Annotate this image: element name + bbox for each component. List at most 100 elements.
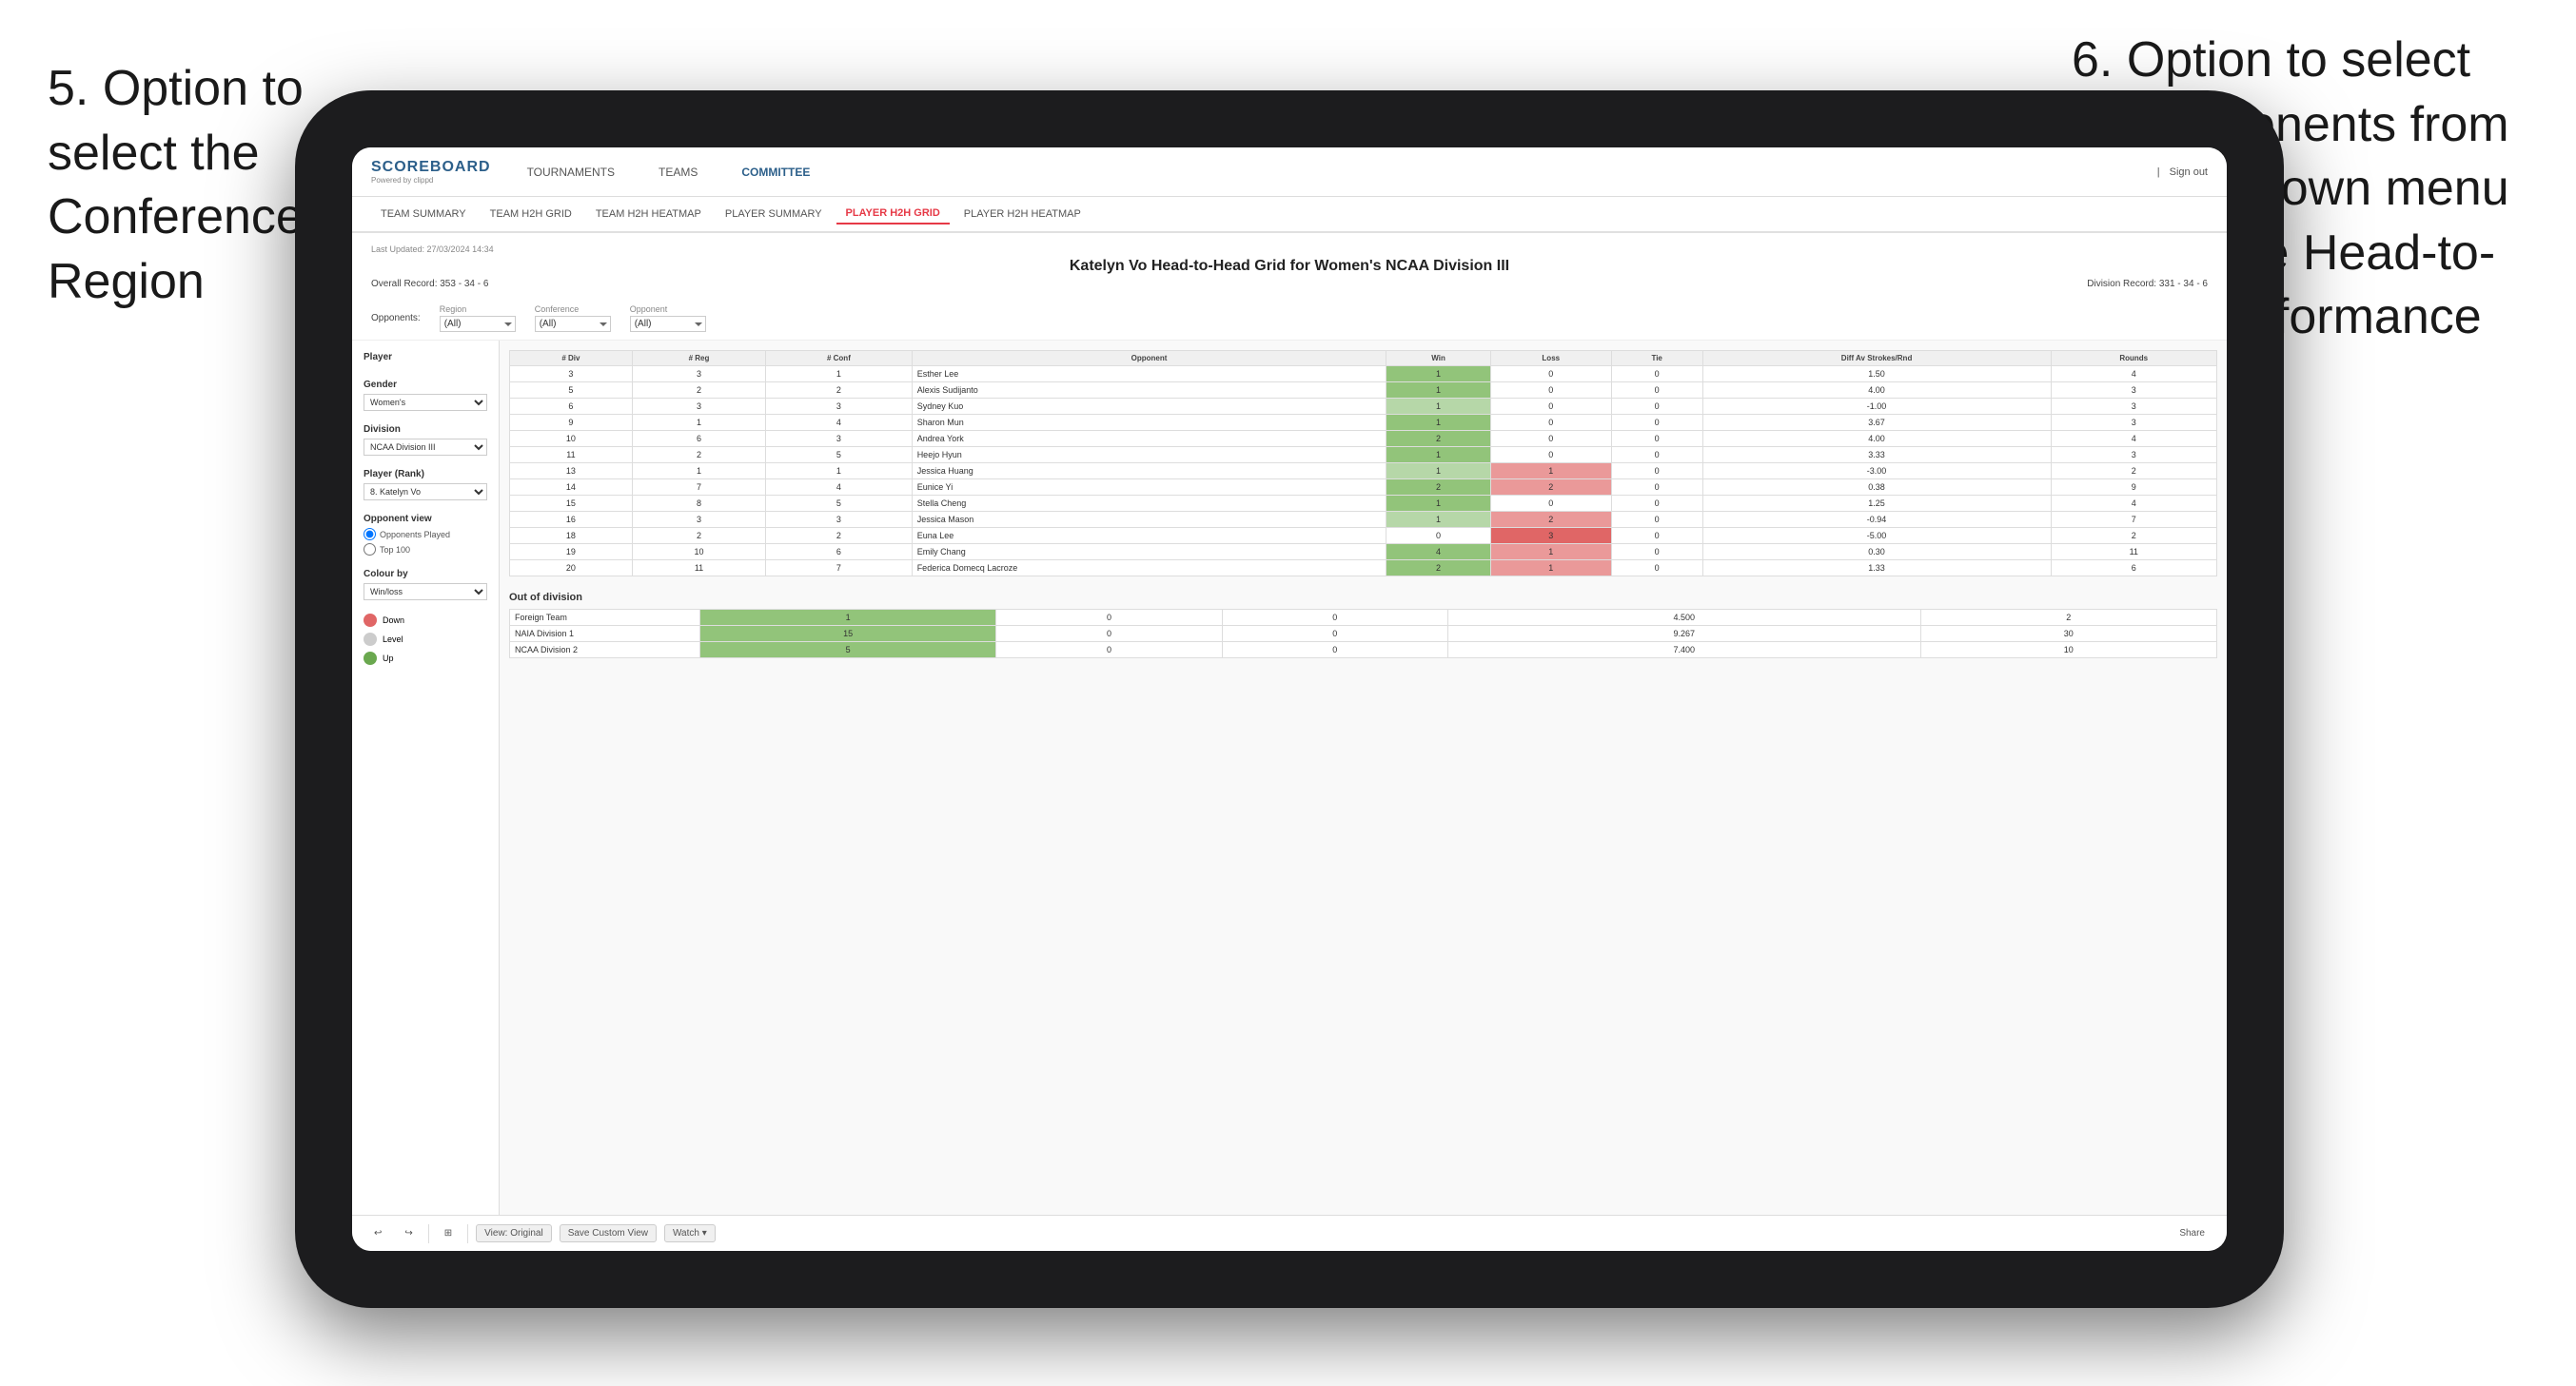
nav-link-tournaments[interactable]: TOURNAMENTS: [520, 162, 622, 183]
cell-opponent: Sydney Kuo: [912, 399, 1386, 415]
watch-button[interactable]: Watch ▾: [664, 1224, 716, 1242]
cell-conf: 5: [766, 496, 913, 512]
cell-reg: 1: [632, 415, 765, 431]
redo-button[interactable]: ↪: [397, 1225, 420, 1241]
main-data-table: # Div # Reg # Conf Opponent Win Loss Tie…: [509, 350, 2217, 576]
top-nav-links: TOURNAMENTS TEAMS COMMITTEE: [520, 162, 2157, 183]
cell-conf: 3: [766, 431, 913, 447]
table-row: 16 3 3 Jessica Mason 1 2 0 -0.94 7: [510, 512, 2217, 528]
sub-nav-team-summary[interactable]: TEAM SUMMARY: [371, 205, 476, 224]
th-tie: Tie: [1611, 351, 1702, 366]
sidebar: Player Gender Women's Division NCAA Divi…: [352, 341, 500, 1215]
share-button[interactable]: Share: [2172, 1225, 2212, 1241]
cell-reg: 10: [632, 544, 765, 560]
cell-tie: 0: [1611, 479, 1702, 496]
legend-up: Up: [364, 652, 487, 665]
opponent-view-radio-group: Opponents Played Top 100: [364, 528, 487, 556]
sub-nav: TEAM SUMMARY TEAM H2H GRID TEAM H2H HEAT…: [352, 197, 2227, 233]
content-layout: Player Gender Women's Division NCAA Divi…: [352, 341, 2227, 1215]
ood-cell-win: 15: [700, 626, 996, 642]
cell-diff: 1.25: [1702, 496, 2051, 512]
sub-nav-team-h2h-heatmap[interactable]: TEAM H2H HEATMAP: [586, 205, 711, 224]
sub-nav-player-summary[interactable]: PLAYER SUMMARY: [716, 205, 832, 224]
legend-up-label: Up: [383, 654, 394, 663]
top-nav: SCOREBOARD Powered by clippd TOURNAMENTS…: [352, 147, 2227, 197]
cell-loss: 2: [1490, 512, 1611, 528]
nav-link-committee[interactable]: COMMITTEE: [734, 162, 817, 183]
gender-select[interactable]: Women's: [364, 394, 487, 411]
cell-reg: 8: [632, 496, 765, 512]
cell-win: 1: [1386, 382, 1490, 399]
cell-reg: 6: [632, 431, 765, 447]
view-original-button[interactable]: View: Original: [476, 1224, 552, 1242]
cell-reg: 11: [632, 560, 765, 576]
sub-nav-team-h2h-grid[interactable]: TEAM H2H GRID: [481, 205, 581, 224]
conference-select[interactable]: (All): [535, 316, 611, 332]
cell-div: 13: [510, 463, 633, 479]
colour-by-select[interactable]: Win/loss: [364, 583, 487, 600]
cell-opponent: Federica Domecq Lacroze: [912, 560, 1386, 576]
sign-out-link[interactable]: Sign out: [2170, 166, 2208, 178]
cell-win: 1: [1386, 512, 1490, 528]
cell-div: 19: [510, 544, 633, 560]
cell-div: 15: [510, 496, 633, 512]
opponent-view-label: Opponent view: [364, 514, 487, 524]
cell-div: 3: [510, 366, 633, 382]
legend-down-label: Down: [383, 615, 404, 625]
cell-conf: 4: [766, 479, 913, 496]
undo-button[interactable]: ↩: [366, 1225, 389, 1241]
cell-rounds: 3: [2051, 447, 2217, 463]
cell-tie: 0: [1611, 528, 1702, 544]
legend-level-dot: [364, 633, 377, 646]
sidebar-player-section: Player: [364, 352, 487, 366]
out-of-division-row: Foreign Team 1 0 0 4.500 2: [510, 610, 2217, 626]
cell-win: 1: [1386, 447, 1490, 463]
th-conf: # Conf: [766, 351, 913, 366]
table-row: 20 11 7 Federica Domecq Lacroze 2 1 0 1.…: [510, 560, 2217, 576]
cell-rounds: 7: [2051, 512, 2217, 528]
cell-opponent: Jessica Mason: [912, 512, 1386, 528]
report-records: Overall Record: 353 - 34 - 6 Division Re…: [371, 279, 2208, 289]
table-row: 10 6 3 Andrea York 2 0 0 4.00 4: [510, 431, 2217, 447]
cell-reg: 2: [632, 382, 765, 399]
cell-div: 5: [510, 382, 633, 399]
toolbar-divider-2: [467, 1224, 468, 1243]
player-rank-select[interactable]: 8. Katelyn Vo: [364, 483, 487, 500]
sub-nav-player-h2h-grid[interactable]: PLAYER H2H GRID: [836, 204, 950, 224]
ood-cell-tie: 0: [1222, 626, 1447, 642]
cell-div: 6: [510, 399, 633, 415]
cell-tie: 0: [1611, 560, 1702, 576]
cell-diff: -1.00: [1702, 399, 2051, 415]
cell-diff: 0.30: [1702, 544, 2051, 560]
cell-loss: 0: [1490, 496, 1611, 512]
cell-conf: 7: [766, 560, 913, 576]
opponents-filter-label: Opponents:: [371, 313, 421, 323]
cell-opponent: Jessica Huang: [912, 463, 1386, 479]
cell-rounds: 9: [2051, 479, 2217, 496]
copy-button[interactable]: ⊞: [437, 1225, 460, 1241]
region-select[interactable]: (All): [440, 316, 516, 332]
division-select[interactable]: NCAA Division III: [364, 439, 487, 456]
cell-div: 9: [510, 415, 633, 431]
ood-cell-name: Foreign Team: [510, 610, 700, 626]
ood-cell-loss: 0: [996, 642, 1222, 658]
cell-diff: 4.00: [1702, 431, 2051, 447]
table-row: 19 10 6 Emily Chang 4 1 0 0.30 11: [510, 544, 2217, 560]
toolbar-divider-1: [428, 1224, 429, 1243]
cell-rounds: 2: [2051, 528, 2217, 544]
logo-area: SCOREBOARD Powered by clippd: [371, 159, 491, 185]
opponent-select[interactable]: (All): [630, 316, 706, 332]
cell-tie: 0: [1611, 463, 1702, 479]
table-row: 14 7 4 Eunice Yi 2 2 0 0.38 9: [510, 479, 2217, 496]
th-reg: # Reg: [632, 351, 765, 366]
cell-win: 1: [1386, 463, 1490, 479]
top-100-radio[interactable]: Top 100: [364, 543, 487, 556]
save-custom-button[interactable]: Save Custom View: [560, 1224, 657, 1242]
cell-reg: 3: [632, 399, 765, 415]
colour-by-label: Colour by: [364, 569, 487, 579]
opponents-played-radio[interactable]: Opponents Played: [364, 528, 487, 540]
sub-nav-player-h2h-heatmap[interactable]: PLAYER H2H HEATMAP: [954, 205, 1091, 224]
ood-cell-name: NAIA Division 1: [510, 626, 700, 642]
nav-link-teams[interactable]: TEAMS: [651, 162, 705, 183]
cell-loss: 0: [1490, 366, 1611, 382]
